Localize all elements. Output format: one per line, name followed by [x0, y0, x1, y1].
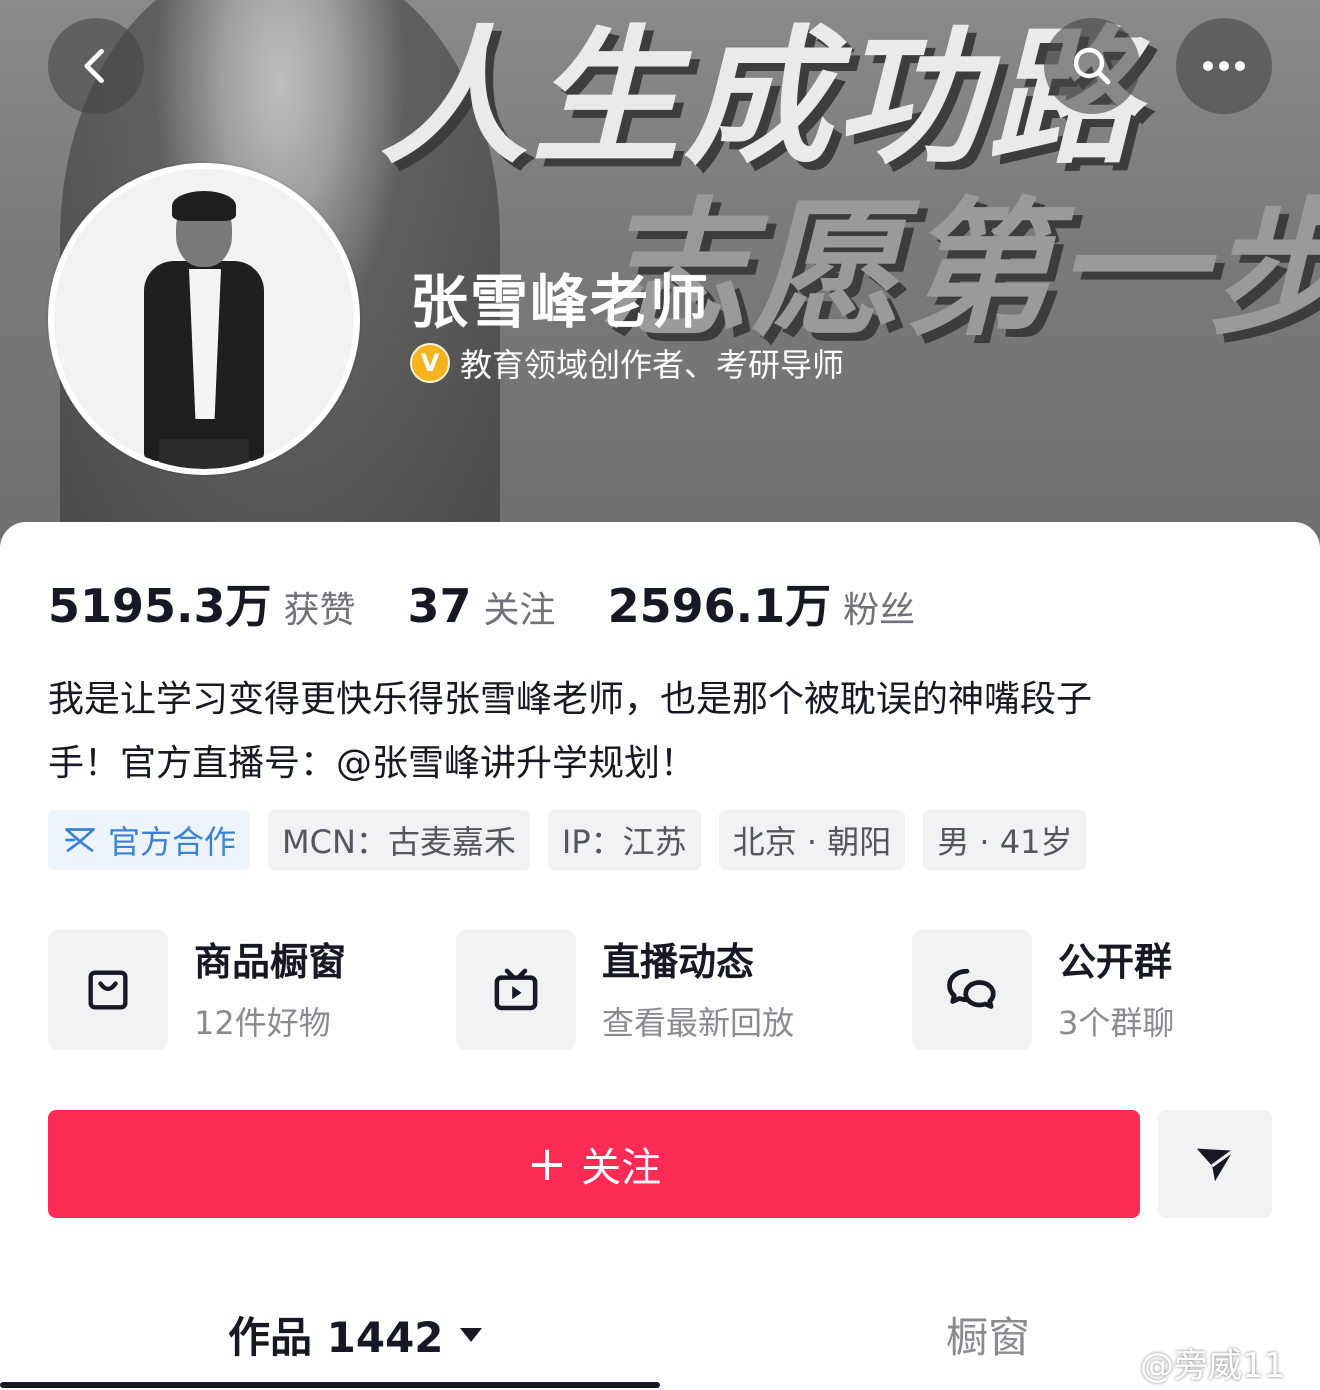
active-tab-indicator: [0, 1382, 660, 1388]
profile-name: 张雪峰老师: [410, 268, 711, 336]
more-button[interactable]: [1176, 18, 1272, 114]
watermark-text: @旁威11: [1140, 1346, 1286, 1386]
stat-value: 5195.3万: [48, 579, 272, 633]
tag-label: 官方合作: [108, 823, 237, 861]
caret-down-icon: [459, 1327, 482, 1342]
share-button[interactable]: [1158, 1110, 1272, 1218]
tag-gender-age: 男 · 41岁: [923, 810, 1087, 870]
bio-line: 我是让学习变得更快乐得张雪峰老师，也是那个被耽误的神嘴段子: [48, 679, 1093, 720]
stats-row: 5195.3万 获赞 37 关注 2596.1万 粉丝: [48, 570, 967, 636]
service-subtitle: 3个群聊: [1058, 1004, 1175, 1042]
tab-shop-window[interactable]: 橱窗: [946, 1304, 1030, 1365]
more-horizontal-icon: [1203, 61, 1245, 71]
profile-tags: 官方合作 MCN：古麦嘉禾 IP：江苏 北京 · 朝阳 男 · 41岁: [48, 810, 1087, 870]
chat-bubbles-icon: [947, 968, 996, 1009]
service-public-group[interactable]: 公开群 3个群聊: [912, 930, 1174, 1050]
service-title: 商品橱窗: [194, 940, 347, 984]
plus-icon: +: [526, 1136, 568, 1192]
service-title: 公开群: [1058, 940, 1173, 984]
tag-mcn[interactable]: MCN：古麦嘉禾: [268, 810, 530, 870]
tag-label: IP：江苏: [561, 823, 687, 861]
shopping-bag-icon: [88, 970, 128, 1010]
stat-value: 37: [407, 579, 472, 633]
verified-badge-icon: V: [410, 343, 450, 383]
service-shop-window[interactable]: 商品橱窗 12件好物: [48, 930, 346, 1050]
bio-line: 手！官方直播号：@张雪峰讲升学规划！: [48, 743, 697, 784]
search-icon: [1073, 47, 1111, 85]
stat-label: 关注: [483, 590, 556, 631]
service-subtitle: 查看最新回放: [602, 1004, 795, 1042]
stat-following[interactable]: 37 关注: [408, 579, 556, 633]
tag-official-partner[interactable]: 官方合作: [48, 810, 251, 870]
service-icon-box: [48, 930, 168, 1050]
tag-location: 北京 · 朝阳: [718, 810, 906, 870]
tag-ip: IP：江苏: [547, 810, 701, 870]
stat-label: 获赞: [283, 590, 356, 631]
back-button[interactable]: [48, 18, 144, 114]
stat-likes[interactable]: 5195.3万 获赞: [48, 570, 356, 636]
partner-icon: [65, 828, 95, 852]
tv-play-icon: [494, 968, 538, 1011]
tag-label: 男 · 41岁: [937, 823, 1073, 861]
profile-bio: 我是让学习变得更快乐得张雪峰老师，也是那个被耽误的神嘴段子 手！官方直播号：@张…: [48, 668, 1278, 796]
follow-label: 关注: [581, 1145, 662, 1191]
profile-tabs: 作品 1442 橱窗: [0, 1290, 1320, 1390]
tab-works[interactable]: 作品 1442: [228, 1304, 484, 1365]
chevron-left-icon: [84, 48, 104, 84]
stat-value: 2596.1万: [607, 579, 832, 633]
stat-followers[interactable]: 2596.1万 粉丝: [608, 570, 916, 636]
verification-row: V 教育领域创作者、考研导师: [410, 340, 844, 386]
follow-button[interactable]: + 关注: [48, 1110, 1140, 1218]
tab-label: 作品 1442: [228, 1313, 444, 1362]
stat-label: 粉丝: [843, 590, 916, 631]
send-arrow-icon: [1196, 1148, 1235, 1182]
service-title: 直播动态: [602, 940, 755, 984]
weibo-watermark: @旁威11: [1140, 1338, 1285, 1387]
service-icon-box: [456, 930, 576, 1050]
service-subtitle: 12件好物: [194, 1004, 331, 1042]
service-icon-box: [912, 930, 1032, 1050]
verification-text: 教育领域创作者、考研导师: [460, 346, 845, 384]
search-button[interactable]: [1044, 18, 1140, 114]
tag-label: 北京 · 朝阳: [732, 823, 892, 861]
avatar[interactable]: [48, 163, 360, 475]
banner-title-line1: 人生成功路: [380, 12, 1140, 184]
service-live[interactable]: 直播动态 查看最新回放: [456, 930, 794, 1050]
tag-label: MCN：古麦嘉禾: [282, 823, 516, 861]
avatar-photo: [54, 169, 354, 469]
